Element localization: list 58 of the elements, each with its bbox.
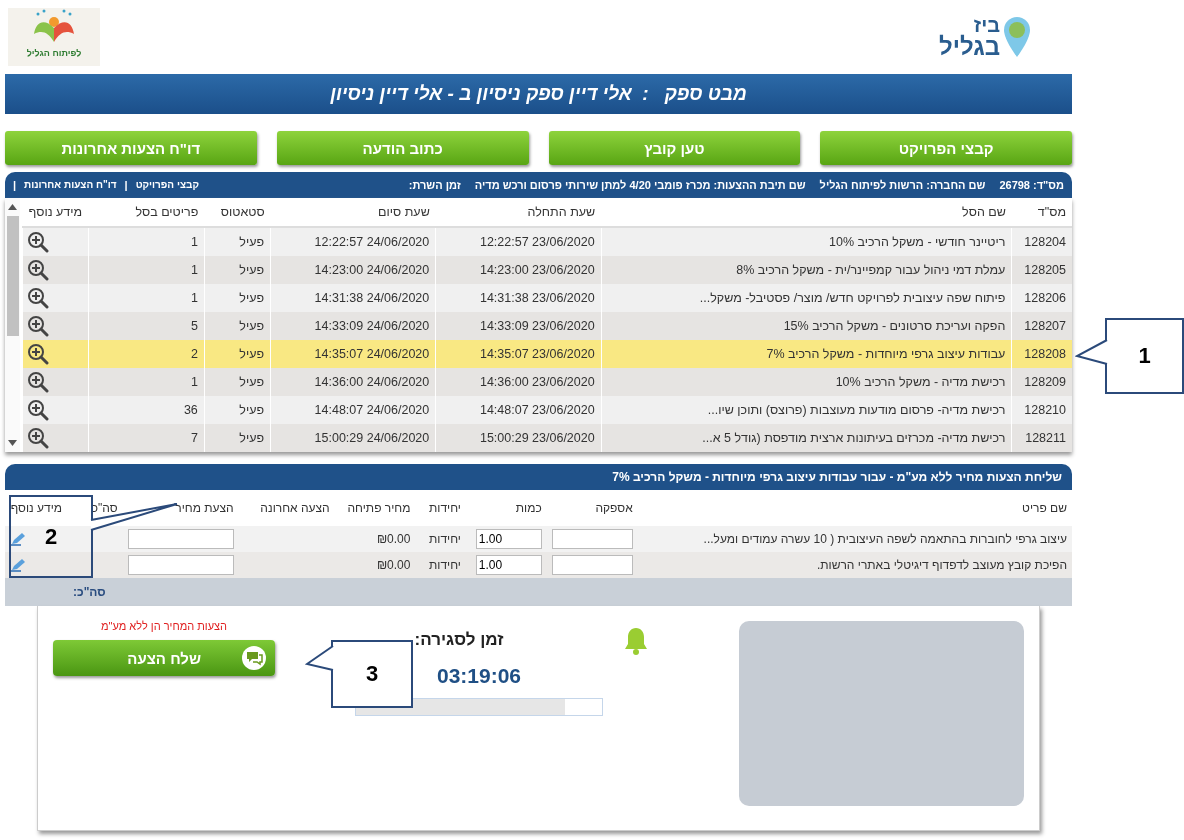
pencil-icon[interactable] (10, 532, 26, 547)
zoom-in-icon[interactable] (27, 315, 49, 337)
table-cell: 7 (88, 424, 205, 452)
nav-link[interactable]: קבצי הפרויקט (135, 179, 199, 191)
column-header: סה"כ (67, 490, 123, 526)
column-header: הצעה אחרונה (238, 490, 335, 526)
quantity-input[interactable]: 1.00 (475, 555, 542, 575)
table-cell: 15:00:29 23/06/2020 (435, 424, 602, 452)
zoom-in-icon[interactable] (27, 231, 49, 253)
table-cell: יחידות (415, 526, 466, 552)
column-header: מידע נוסף (5, 490, 67, 526)
info-field: שם החברה: הרשות לפיתוח הגליל (819, 179, 986, 191)
column-header: הצעת מחיר (122, 490, 239, 526)
price-input[interactable] (127, 555, 234, 575)
chat-icon (241, 645, 267, 671)
price-input[interactable] (127, 529, 234, 549)
authority-logo: לפיתוח הגליל (8, 8, 100, 66)
info-field: מס"ד: 26798 (999, 179, 1064, 191)
separator: | (124, 179, 128, 191)
supply-input[interactable] (551, 529, 633, 549)
bell-icon (623, 626, 649, 656)
vat-note: הצעות המחיר הן ללא מע"מ (100, 620, 228, 632)
table-cell: יחידות (415, 552, 466, 578)
zoom-in-icon[interactable] (27, 343, 49, 365)
table-cell: הפיכת קובץ מעוצב לדפדוף דיגיטלי באתרי הרשות. (637, 552, 1072, 578)
table-cell: עיצוב גרפי לחוברות בהתאמה לשפה העיצובית ( 10 עשרה עמודים ומעל... (637, 526, 1072, 552)
pencil-icon[interactable] (10, 558, 26, 573)
section-title: שליחת הצעות מחיר ללא מע"מ - עבור עבודות עיצוב גרפי מיוחדות - משקל הרכיב 7% (5, 464, 1072, 490)
quantity-input[interactable]: 1.00 (475, 529, 542, 549)
site-logo: ביז בגליל (938, 15, 1032, 59)
table-cell: ₪0.00 (334, 552, 416, 578)
info-field: שם תיבת ההצעות: מכרז פומבי 4/20 למתן שירותי פרסום ורכש מדיה (474, 179, 806, 191)
column-header: מחיר פתיחה (334, 490, 416, 526)
nav-link[interactable]: דו"ח הצעות אחרונות (24, 179, 117, 191)
table-cell: ₪0.00 (334, 526, 416, 552)
column-header: כמות (465, 490, 547, 526)
table-cell: רכישת מדיה- מכרזים בעיתונות ארצית מודפסת (גודל 5 א... (601, 424, 1012, 452)
table-cell: 128211 (1011, 424, 1072, 452)
column-header: אספקה (546, 490, 638, 526)
scroll-down-icon[interactable] (8, 440, 17, 446)
column-header: שם פריט (637, 490, 1072, 526)
supply-input[interactable] (551, 555, 633, 575)
scroll-up-icon[interactable] (8, 204, 17, 210)
separator: | (13, 179, 17, 191)
scrollbar[interactable] (5, 198, 20, 452)
zoom-in-icon[interactable] (27, 399, 49, 421)
column-header: יחידות (415, 490, 466, 526)
table-cell: 15:00:29 24/06/2020 (270, 424, 436, 452)
info-field: זמן השרת: (408, 179, 461, 191)
table-cell: פעיל (204, 424, 271, 452)
zoom-in-icon[interactable] (27, 287, 49, 309)
zoom-in-icon[interactable] (27, 259, 49, 281)
total-label: סה"כ: (73, 585, 106, 599)
zoom-in-icon[interactable] (27, 427, 49, 449)
zoom-in-icon[interactable] (27, 371, 49, 393)
closing-label: זמן לסגירה: (414, 630, 504, 650)
countdown-timer: 03:19:06 (436, 664, 522, 688)
page-title: מבט ספק : אלי דיין ספק ניסיון ב - אלי דיין ניסיון (5, 74, 1072, 114)
